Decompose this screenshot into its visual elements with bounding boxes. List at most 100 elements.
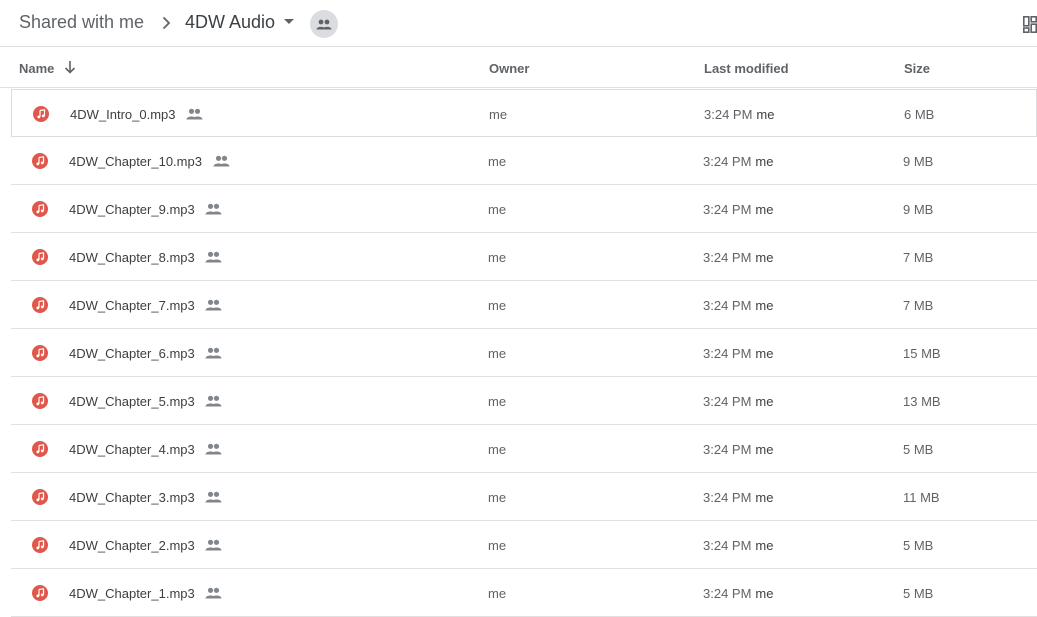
caret-down-icon[interactable] [284, 19, 294, 24]
column-owner-header[interactable]: Owner [489, 61, 529, 76]
people-icon [205, 251, 222, 263]
file-owner: me [488, 154, 507, 169]
modified-time: 3:24 PM [703, 298, 752, 313]
file-owner: me [488, 250, 507, 265]
file-name-text: 4DW_Chapter_8.mp3 [69, 250, 195, 265]
file-name: 4DW_Chapter_1.mp3 [69, 586, 222, 601]
file-name-text: 4DW_Chapter_6.mp3 [69, 346, 195, 361]
audio-file-icon [32, 585, 48, 601]
file-row[interactable]: 4DW_Chapter_8.mp3 me 3:24 PM me 7 MB [11, 233, 1037, 281]
modified-time: 3:24 PM [703, 394, 752, 409]
music-note-icon [36, 540, 45, 550]
top-bar: Shared with me 4DW Audio [0, 0, 1037, 47]
file-row[interactable]: 4DW_Chapter_10.mp3 me 3:24 PM me 9 MB [11, 137, 1037, 185]
chevron-right-icon [162, 16, 171, 30]
modified-by: me [755, 250, 774, 265]
file-name-text: 4DW_Chapter_3.mp3 [69, 490, 195, 505]
file-row[interactable]: 4DW_Chapter_2.mp3 me 3:24 PM me 5 MB [11, 521, 1037, 569]
file-last-modified: 3:24 PM me [703, 538, 773, 553]
file-name: 4DW_Chapter_4.mp3 [69, 442, 222, 457]
modified-time: 3:24 PM [703, 538, 752, 553]
music-note-icon [37, 109, 46, 119]
file-name: 4DW_Chapter_5.mp3 [69, 394, 222, 409]
file-row[interactable]: 4DW_Chapter_6.mp3 me 3:24 PM me 15 MB [11, 329, 1037, 377]
file-last-modified: 3:24 PM me [703, 346, 773, 361]
shared-folder-button[interactable] [310, 10, 338, 38]
people-icon [205, 395, 222, 407]
column-last-modified-header[interactable]: Last modified [704, 61, 789, 76]
file-list: 4DW_Intro_0.mp3 me 3:24 PM me 6 MB 4DW_Ch… [11, 89, 1037, 617]
people-icon [205, 443, 222, 455]
file-last-modified: 3:24 PM me [703, 154, 773, 169]
file-name: 4DW_Chapter_7.mp3 [69, 298, 222, 313]
audio-file-icon [32, 489, 48, 505]
file-name: 4DW_Chapter_3.mp3 [69, 490, 222, 505]
file-size: 11 MB [903, 490, 940, 505]
music-note-icon [36, 252, 45, 262]
file-size: 9 MB [903, 202, 934, 217]
file-owner: me [488, 442, 507, 457]
file-row[interactable]: 4DW_Chapter_1.mp3 me 3:24 PM me 5 MB [11, 569, 1037, 617]
file-last-modified: 3:24 PM me [703, 298, 773, 313]
file-size: 7 MB [903, 298, 934, 313]
file-owner: me [488, 538, 507, 553]
audio-file-icon [32, 441, 48, 457]
file-size: 9 MB [903, 154, 934, 169]
file-row[interactable]: 4DW_Chapter_4.mp3 me 3:24 PM me 5 MB [11, 425, 1037, 473]
modified-time: 3:24 PM [704, 107, 753, 122]
music-note-icon [36, 204, 45, 214]
audio-file-icon [32, 393, 48, 409]
modified-time: 3:24 PM [703, 346, 752, 361]
audio-file-icon [32, 537, 48, 553]
file-name: 4DW_Chapter_10.mp3 [69, 154, 230, 169]
arrow-down-icon[interactable] [62, 59, 78, 75]
file-name: 4DW_Chapter_9.mp3 [69, 202, 222, 217]
file-name: 4DW_Chapter_8.mp3 [69, 250, 222, 265]
music-note-icon [36, 156, 45, 166]
audio-file-icon [32, 345, 48, 361]
modified-by: me [755, 154, 774, 169]
file-name: 4DW_Chapter_2.mp3 [69, 538, 222, 553]
modified-by: me [755, 298, 774, 313]
people-icon [316, 19, 332, 29]
file-name-text: 4DW_Chapter_10.mp3 [69, 154, 202, 169]
file-last-modified: 3:24 PM me [703, 394, 773, 409]
modified-time: 3:24 PM [703, 202, 752, 217]
modified-time: 3:24 PM [703, 442, 752, 457]
audio-file-icon [33, 106, 49, 122]
file-owner: me [488, 394, 507, 409]
grid-view-icon[interactable] [1023, 16, 1037, 33]
file-size: 5 MB [903, 442, 934, 457]
file-size: 6 MB [904, 107, 935, 122]
file-last-modified: 3:24 PM me [703, 202, 773, 217]
modified-time: 3:24 PM [703, 490, 752, 505]
audio-file-icon [32, 297, 48, 313]
modified-by: me [755, 442, 774, 457]
file-size: 15 MB [903, 346, 941, 361]
music-note-icon [36, 300, 45, 310]
file-row[interactable]: 4DW_Chapter_3.mp3 me 3:24 PM me 11 MB [11, 473, 1037, 521]
file-row[interactable]: 4DW_Chapter_9.mp3 me 3:24 PM me 9 MB [11, 185, 1037, 233]
file-last-modified: 3:24 PM me [704, 107, 774, 122]
file-name-text: 4DW_Intro_0.mp3 [70, 107, 176, 122]
file-owner: me [488, 346, 507, 361]
people-icon [205, 539, 222, 551]
file-row[interactable]: 4DW_Intro_0.mp3 me 3:24 PM me 6 MB [11, 89, 1037, 137]
people-icon [213, 155, 230, 167]
file-name: 4DW_Intro_0.mp3 [70, 107, 203, 122]
music-note-icon [36, 444, 45, 454]
file-owner: me [488, 298, 507, 313]
modified-by: me [755, 490, 774, 505]
file-name-text: 4DW_Chapter_9.mp3 [69, 202, 195, 217]
column-size-header[interactable]: Size [904, 61, 930, 76]
breadcrumb-current-folder[interactable]: 4DW Audio [185, 12, 275, 33]
file-row[interactable]: 4DW_Chapter_7.mp3 me 3:24 PM me 7 MB [11, 281, 1037, 329]
people-icon [205, 203, 222, 215]
audio-file-icon [32, 153, 48, 169]
music-note-icon [36, 492, 45, 502]
breadcrumb-shared-with-me[interactable]: Shared with me [19, 12, 144, 33]
file-row[interactable]: 4DW_Chapter_5.mp3 me 3:24 PM me 13 MB [11, 377, 1037, 425]
file-name-text: 4DW_Chapter_4.mp3 [69, 442, 195, 457]
column-name-header[interactable]: Name [19, 61, 54, 76]
people-icon [205, 347, 222, 359]
